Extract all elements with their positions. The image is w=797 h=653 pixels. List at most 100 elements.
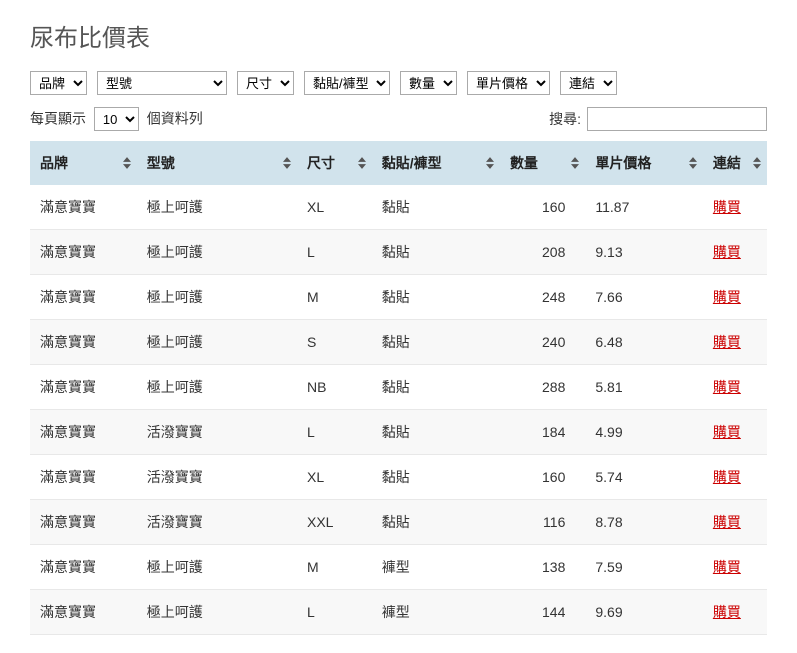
cell-type: 黏貼: [372, 230, 500, 275]
buy-link[interactable]: 購買: [713, 514, 741, 530]
buy-link[interactable]: 購買: [713, 559, 741, 575]
sort-icon: [283, 157, 291, 170]
buy-link[interactable]: 購買: [713, 424, 741, 440]
cell-unitprice: 4.99: [585, 410, 702, 455]
cell-size: L: [297, 590, 372, 635]
col-header-quantity[interactable]: 數量: [500, 141, 585, 185]
cell-link: 購買: [703, 545, 767, 590]
sort-icon: [571, 157, 579, 170]
cell-brand: 滿意寶寶: [30, 185, 137, 230]
cell-quantity: 160: [500, 455, 585, 500]
col-header-link-label: 連結: [713, 155, 741, 171]
cell-brand: 滿意寶寶: [30, 365, 137, 410]
table-row: 滿意寶寶極上呵護NB黏貼2885.81 購買: [30, 365, 767, 410]
cell-model: 極上呵護: [137, 590, 297, 635]
cell-link: 購買: [703, 590, 767, 635]
cell-unitprice: 5.74: [585, 455, 702, 500]
page-length-select[interactable]: 10: [94, 107, 139, 131]
table-row: 滿意寶寶活潑寶寶L黏貼1844.99購買: [30, 410, 767, 455]
cell-quantity: 116: [500, 500, 585, 545]
cell-quantity: 208: [500, 230, 585, 275]
buy-link[interactable]: 購買: [713, 469, 741, 485]
buy-link[interactable]: 購買: [713, 244, 741, 260]
cell-model: 極上呵護: [137, 545, 297, 590]
controls-row: 每頁顯示 10 個資料列 搜尋:: [30, 107, 767, 131]
cell-link: 購買: [703, 500, 767, 545]
table-row: 滿意寶寶極上呵護M褲型1387.59 購買: [30, 545, 767, 590]
cell-quantity: 160: [500, 185, 585, 230]
filter-quantity-select[interactable]: 數量: [400, 71, 457, 95]
cell-quantity: 248: [500, 275, 585, 320]
price-table: 品牌 型號 尺寸 黏貼/褲型: [30, 141, 767, 635]
buy-link[interactable]: 購買: [713, 334, 741, 350]
col-header-link[interactable]: 連結: [703, 141, 767, 185]
cell-link: 購買: [703, 275, 767, 320]
cell-model: 極上呵護: [137, 275, 297, 320]
cell-type: 黏貼: [372, 365, 500, 410]
cell-brand: 滿意寶寶: [30, 545, 137, 590]
search-label: 搜尋:: [549, 109, 581, 129]
page-length-prefix: 每頁顯示: [30, 111, 86, 127]
cell-quantity: 184: [500, 410, 585, 455]
filter-size-select[interactable]: 尺寸: [237, 71, 294, 95]
cell-quantity: 288: [500, 365, 585, 410]
table-row: 滿意寶寶活潑寶寶XXL黏貼1168.78購買: [30, 500, 767, 545]
cell-model: 活潑寶寶: [137, 455, 297, 500]
cell-size: M: [297, 545, 372, 590]
filter-bar: 品牌 型號 尺寸 黏貼/褲型 數量 單片價格 連結: [30, 71, 767, 95]
filter-model-select[interactable]: 型號: [97, 71, 227, 95]
cell-unitprice: 7.59: [585, 545, 702, 590]
cell-size: L: [297, 410, 372, 455]
filter-link-select[interactable]: 連結: [560, 71, 617, 95]
col-header-brand[interactable]: 品牌: [30, 141, 137, 185]
table-row: 滿意寶寶極上呵護L褲型1449.69購買: [30, 590, 767, 635]
cell-model: 活潑寶寶: [137, 410, 297, 455]
filter-brand-select[interactable]: 品牌: [30, 71, 87, 95]
cell-type: 黏貼: [372, 185, 500, 230]
cell-type: 褲型: [372, 545, 500, 590]
buy-link[interactable]: 購買: [713, 199, 741, 215]
sort-icon: [358, 157, 366, 170]
cell-unitprice: 5.81: [585, 365, 702, 410]
cell-brand: 滿意寶寶: [30, 320, 137, 365]
page-title: 尿布比價表: [30, 18, 767, 53]
cell-size: M: [297, 275, 372, 320]
cell-brand: 滿意寶寶: [30, 410, 137, 455]
buy-link[interactable]: 購買: [713, 289, 741, 305]
cell-unitprice: 9.69: [585, 590, 702, 635]
search-box: 搜尋:: [549, 107, 767, 131]
cell-size: XL: [297, 185, 372, 230]
cell-link: 購買: [703, 365, 767, 410]
filter-type-select[interactable]: 黏貼/褲型: [304, 71, 390, 95]
cell-quantity: 144: [500, 590, 585, 635]
buy-link[interactable]: 購買: [713, 604, 741, 620]
page-length-suffix: 個資料列: [147, 111, 203, 127]
cell-size: NB: [297, 365, 372, 410]
cell-model: 極上呵護: [137, 230, 297, 275]
col-header-model-label: 型號: [147, 155, 175, 171]
cell-size: XXL: [297, 500, 372, 545]
cell-brand: 滿意寶寶: [30, 590, 137, 635]
cell-size: L: [297, 230, 372, 275]
table-row: 滿意寶寶極上呵護XL黏貼16011.87購買: [30, 185, 767, 230]
table-row: 滿意寶寶極上呵護L黏貼2089.13購買: [30, 230, 767, 275]
sort-icon: [486, 157, 494, 170]
page-length-control: 每頁顯示 10 個資料列: [30, 107, 203, 131]
cell-type: 黏貼: [372, 320, 500, 365]
col-header-type-label: 黏貼/褲型: [382, 155, 442, 171]
cell-link: 購買: [703, 320, 767, 365]
cell-model: 極上呵護: [137, 185, 297, 230]
col-header-size[interactable]: 尺寸: [297, 141, 372, 185]
cell-type: 黏貼: [372, 455, 500, 500]
cell-quantity: 138: [500, 545, 585, 590]
cell-link: 購買: [703, 185, 767, 230]
sort-icon: [123, 157, 131, 170]
buy-link[interactable]: 購買: [713, 379, 741, 395]
cell-model: 極上呵護: [137, 365, 297, 410]
search-input[interactable]: [587, 107, 767, 131]
filter-unitprice-select[interactable]: 單片價格: [467, 71, 550, 95]
col-header-unitprice[interactable]: 單片價格: [585, 141, 702, 185]
sort-icon: [689, 157, 697, 170]
col-header-model[interactable]: 型號: [137, 141, 297, 185]
col-header-type[interactable]: 黏貼/褲型: [372, 141, 500, 185]
